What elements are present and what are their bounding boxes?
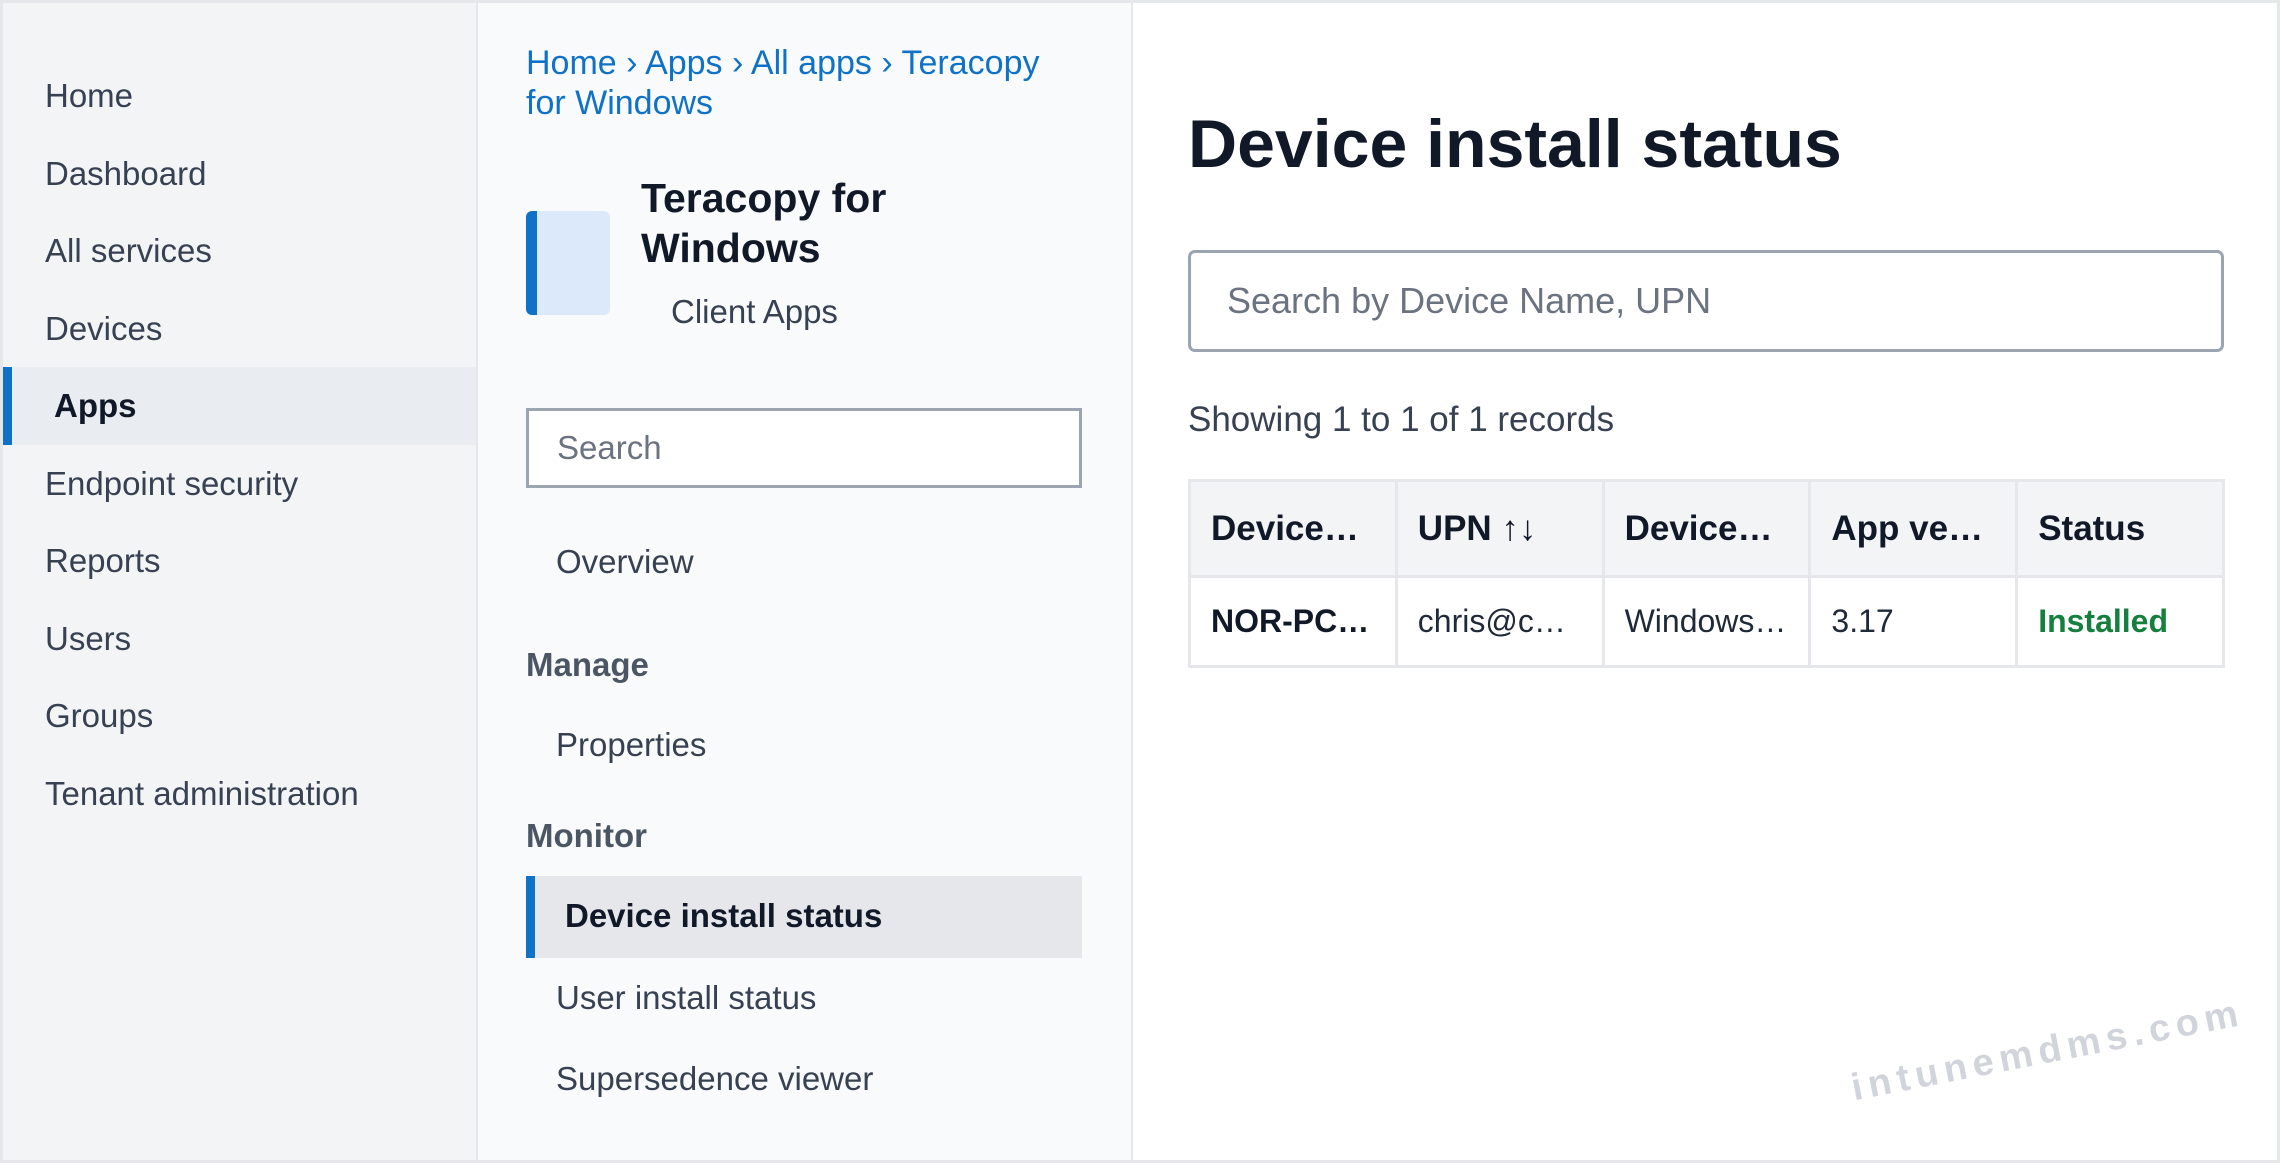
device-search-input[interactable] bbox=[1188, 250, 2224, 352]
menu-item-properties[interactable]: Properties bbox=[556, 726, 706, 764]
nav-item-groups[interactable]: Groups bbox=[3, 677, 476, 755]
breadcrumb-all-apps[interactable]: All apps bbox=[751, 44, 872, 82]
table-header-row: Device… UPN ↑↓ Device… App ve… Status bbox=[1188, 479, 2225, 578]
app-icon bbox=[526, 211, 610, 315]
window: Home Dashboard All services Devices Apps… bbox=[0, 0, 2280, 1163]
column-header-app-version[interactable]: App ve… bbox=[1808, 479, 2019, 578]
menu-item-user-install-status[interactable]: User install status bbox=[556, 979, 816, 1017]
breadcrumb-separator: › bbox=[881, 44, 893, 82]
breadcrumb-apps[interactable]: Apps bbox=[645, 44, 723, 82]
menu-item-overview[interactable]: Overview bbox=[556, 543, 694, 581]
column-header-device-name[interactable]: Device… bbox=[1188, 479, 1398, 578]
nav-item-all-services[interactable]: All services bbox=[3, 212, 476, 290]
cell-platform: Windows… bbox=[1601, 575, 1812, 668]
breadcrumb-home[interactable]: Home bbox=[526, 44, 617, 82]
records-count: Showing 1 to 1 of 1 records bbox=[1188, 400, 1615, 439]
breadcrumb-separator: › bbox=[626, 44, 638, 82]
menu-item-label: Device install status bbox=[565, 897, 883, 934]
nav-item-apps[interactable]: Apps bbox=[3, 367, 476, 445]
nav-item-tenant-administration[interactable]: Tenant administration bbox=[3, 755, 476, 833]
main-content: Device install status Showing 1 to 1 of … bbox=[1133, 3, 2277, 1160]
blade-search-input[interactable] bbox=[526, 408, 1082, 488]
menu-item-device-install-status[interactable]: Device install status bbox=[526, 876, 1082, 958]
breadcrumb: Home › Apps › All apps › Teracopy for Wi… bbox=[526, 43, 1086, 123]
column-header-upn[interactable]: UPN ↑↓ bbox=[1394, 479, 1605, 578]
nav-item-dashboard[interactable]: Dashboard bbox=[3, 135, 476, 213]
cell-device-name[interactable]: NOR-PC… bbox=[1188, 575, 1398, 668]
left-nav: Home Dashboard All services Devices Apps… bbox=[3, 3, 478, 1160]
app-category: Client Apps bbox=[671, 293, 838, 330]
nav-item-reports[interactable]: Reports bbox=[3, 522, 476, 600]
cell-status: Installed bbox=[2015, 575, 2225, 668]
nav-item-devices[interactable]: Devices bbox=[3, 290, 476, 368]
column-header-status[interactable]: Status bbox=[2015, 479, 2225, 578]
nav-item-users[interactable]: Users bbox=[3, 600, 476, 678]
column-header-device-platform[interactable]: Device… bbox=[1601, 479, 1812, 578]
nav-item-home[interactable]: Home bbox=[3, 57, 476, 135]
breadcrumb-separator: › bbox=[732, 44, 744, 82]
page-title: Device install status bbox=[1188, 106, 1842, 182]
menu-heading-manage: Manage bbox=[526, 646, 649, 683]
nav-item-endpoint-security[interactable]: Endpoint security bbox=[3, 445, 476, 523]
install-status-table: Device… UPN ↑↓ Device… App ve… Status NO… bbox=[1188, 479, 2225, 668]
cell-app-version: 3.17 bbox=[1808, 575, 2019, 668]
menu-item-supersedence-viewer[interactable]: Supersedence viewer bbox=[556, 1060, 873, 1098]
cell-upn: chris@c… bbox=[1394, 575, 1605, 668]
app-title: Teracopy for Windows bbox=[641, 175, 887, 271]
app-blade: Home › Apps › All apps › Teracopy for Wi… bbox=[478, 3, 1133, 1160]
menu-heading-monitor: Monitor bbox=[526, 817, 647, 854]
table-row[interactable]: NOR-PC… chris@c… Windows… 3.17 Installed bbox=[1188, 575, 2225, 668]
